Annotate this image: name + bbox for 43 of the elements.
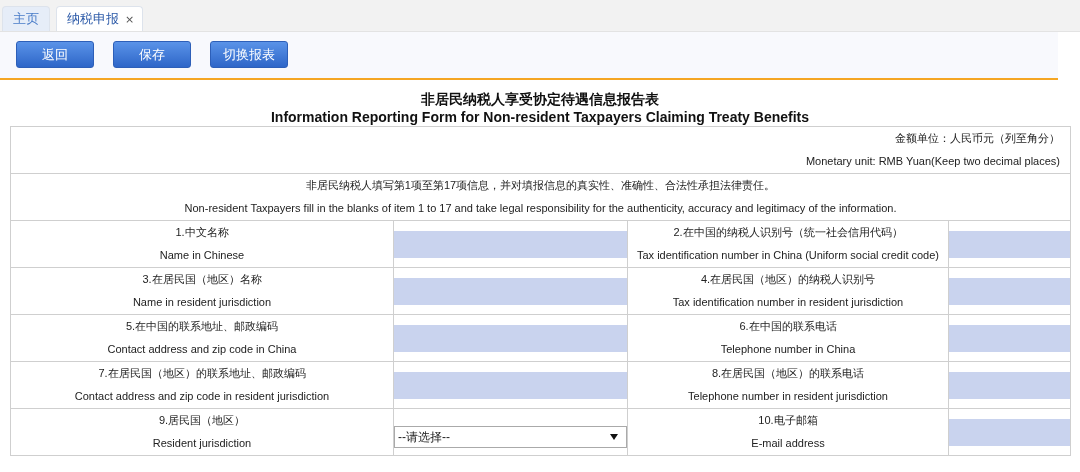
instruction-text: Non-resident Taxpayers fill in the blanks of item 1 to 17 and take legal responsibility for the authenticity, accuracy and legitimacy of the information.	[183, 201, 898, 216]
close-icon[interactable]: ×	[125, 12, 135, 26]
field-label: Telephone number in resident jurisdiction	[687, 389, 889, 404]
field-label: Name in Chinese	[158, 248, 246, 263]
field-label: 7.在居民国（地区）的联系地址、邮政编码	[97, 366, 307, 381]
instruction-text: 非居民纳税人填写第1项至第17项信息，并对填报信息的真实性、准确性、合法性承担法律责任。	[304, 178, 777, 193]
input-field[interactable]	[949, 230, 1071, 258]
field-label: 1.中文名称	[174, 225, 230, 240]
field-label: Tax identification number in resident jurisdiction	[671, 295, 905, 310]
input-field[interactable]	[949, 371, 1071, 399]
unit-text: Monetary unit: RMB Yuan(Keep two decimal places)	[804, 154, 1061, 169]
input-field[interactable]	[949, 324, 1071, 352]
form-title: Information Reporting Form for Non-resident Taxpayers Claiming Treaty Benefits	[269, 108, 810, 126]
field-label: Tax identification number in China (Uniform social credit code)	[636, 248, 940, 263]
field-label: Contact address and zip code in China	[106, 342, 298, 357]
caret-icon	[610, 434, 618, 440]
field-label: 9.居民国（地区）	[157, 413, 247, 428]
field-label: 2.在中国的纳税人识别号（统一社会信用代码）	[672, 225, 904, 240]
field-label: 5.在中国的联系地址、邮政编码	[124, 319, 280, 334]
field-label: Name in resident jurisdiction	[131, 295, 273, 310]
input-field[interactable]	[394, 371, 627, 399]
toolbar-button[interactable]: 切换报表	[210, 41, 288, 68]
tab[interactable]: 主页	[2, 6, 50, 31]
unit-text: 金额单位：人民币元（列至角分）	[894, 131, 1061, 146]
field-label: Resident jurisdiction	[151, 436, 253, 451]
tab[interactable]: 纳税申报 ×	[56, 6, 144, 31]
field-label: Telephone number in China	[719, 342, 857, 357]
field-label: 3.在居民国（地区）名称	[141, 272, 263, 287]
input-field[interactable]	[949, 277, 1071, 305]
field-label: 4.在居民国（地区）的纳税人识别号	[699, 272, 877, 287]
input-field[interactable]	[394, 324, 627, 352]
toolbar-button[interactable]: 返回	[16, 41, 94, 68]
field-label: 10.电子邮箱	[757, 413, 819, 428]
field-label: 8.在居民国（地区）的联系电话	[710, 366, 866, 381]
input-field[interactable]	[394, 277, 627, 305]
field-label: 6.在中国的联系电话	[738, 319, 838, 334]
input-field[interactable]	[394, 230, 627, 258]
input-field[interactable]	[949, 418, 1071, 446]
field-label: Contact address and zip code in resident jurisdiction	[73, 389, 331, 404]
field-label: E-mail address	[750, 436, 826, 451]
toolbar-button[interactable]: 保存	[113, 41, 191, 68]
dropdown[interactable]: --请选择--	[394, 426, 627, 448]
form-title: 非居民纳税人享受协定待遇信息报告表	[420, 90, 660, 108]
